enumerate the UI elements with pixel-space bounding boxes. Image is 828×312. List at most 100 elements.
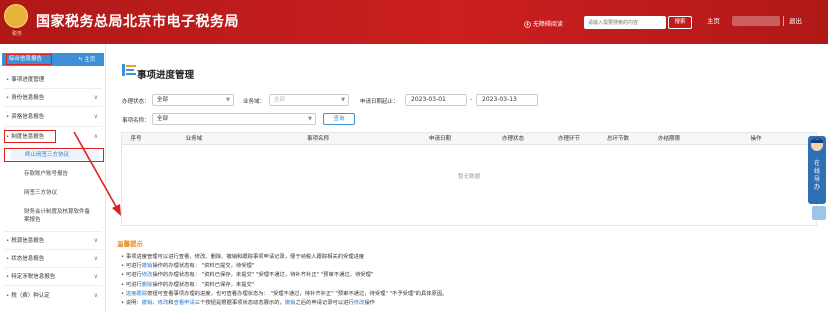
sidebar-home-label: 主页: [84, 57, 96, 63]
sidebar-item-status[interactable]: • 状态信息报告 ∨: [6, 253, 100, 265]
item-name-select-value: 全部: [157, 116, 169, 122]
bullet-icon: •: [6, 114, 10, 120]
date-to-input[interactable]: 2023-03-13: [476, 94, 538, 106]
chevron-down-icon: ∨: [93, 94, 98, 101]
tip-text: 按钮可查看事项办理的进度，也可查看办理状态为： "受理不通过，待补齐补正" "预…: [147, 290, 448, 297]
bullet-icon: •: [6, 293, 10, 299]
bullet-icon: •: [6, 238, 10, 244]
domain-label: 业务域：: [243, 99, 266, 105]
sidebar-subitem-accounting-filing-cont: 案报告: [24, 217, 41, 223]
search-input[interactable]: [584, 16, 666, 29]
bullet-icon: •: [6, 134, 10, 140]
tip-line: • 可进行撤销操作的办理状态有： "资料已提交，待受理": [121, 261, 254, 269]
chevron-down-icon: ▼: [308, 116, 312, 122]
tip-text: 操作的办理状态有： "资料已保存，未提交" "受理不通过，待补齐补正" "预审不…: [152, 272, 374, 279]
user-name-blurred: [732, 16, 780, 26]
sidebar-item-label: 税（费）种认定: [11, 293, 50, 299]
page-title: 事项进度管理: [137, 70, 195, 81]
divider: [4, 126, 102, 127]
tip-keyword: 进度跟踪: [125, 290, 148, 297]
tip-text: 事项进度管理可以进行查看、修改、删除、撤销和跟踪事项申请记录，便于纳税人跟踪相关…: [125, 254, 365, 260]
accessibility-label: 无障碍阅读: [532, 21, 563, 28]
tip-text: 三个按钮是根据事项状态动态展示的，: [194, 300, 285, 306]
tip-line: • 事项进度管理可以进行查看、修改、删除、撤销和跟踪事项申请记录，便于纳税人跟踪…: [121, 252, 364, 260]
tip-text: 之后的申请记录可以进行: [295, 300, 354, 306]
column-header-index: 序号: [130, 136, 142, 142]
date-from-input[interactable]: 2023-03-01: [405, 94, 467, 106]
sidebar-item-progress[interactable]: • 事项进度管理: [6, 74, 100, 86]
tip-line: • 进度跟踪按钮可查看事项办理的进度，也可查看办理状态为： "受理不通过，待补齐…: [121, 289, 447, 297]
column-header-apply-date: 申请日期: [428, 136, 451, 142]
sidebar-section-title[interactable]: 综合信息报告: [6, 54, 52, 65]
column-header-item-name: 事项名称: [306, 136, 329, 142]
tip-text: 说明：: [125, 300, 142, 306]
sidebar-item-label: 特定涉税信息报告: [11, 274, 56, 280]
column-header-deadline: 办结期限: [657, 136, 680, 142]
tip-keyword: 撤销: [141, 263, 153, 270]
column-header-status: 办理状态: [501, 136, 524, 142]
sidebar-item-label: 税源信息报告: [11, 238, 45, 244]
divider: [4, 267, 102, 268]
online-guide-label: 在线导办: [813, 160, 820, 191]
header-divider: [783, 16, 784, 26]
accessibility-link[interactable]: 无障碍阅读: [524, 19, 563, 28]
bullet-icon: •: [6, 95, 10, 101]
tip-keyword: 撤销: [284, 300, 296, 306]
home-link[interactable]: 主页: [707, 15, 720, 25]
item-name-select[interactable]: 全部 ▼: [152, 113, 316, 125]
sidebar-item-label: 身份信息报告: [11, 95, 45, 101]
bullet-icon: •: [6, 77, 10, 83]
date-separator: -: [470, 96, 473, 103]
list-title-icon: [122, 64, 136, 76]
sidebar-item-label: 资格信息报告: [11, 114, 45, 120]
tax-emblem-icon: [4, 4, 28, 28]
divider: [4, 106, 102, 107]
tip-text: 可进行: [125, 263, 142, 270]
tip-keyword: 删除: [141, 281, 153, 288]
sidebar-header: 综合信息报告 ↰ 主页: [2, 53, 104, 66]
sidebar-subitem-sign-agreement[interactable]: 网签三方协议: [24, 189, 57, 197]
tip-keyword: 修改: [353, 300, 365, 306]
sidebar-item-qualification[interactable]: • 资格信息报告 ∨: [6, 111, 100, 123]
back-arrow-icon: ↰: [78, 57, 83, 63]
chevron-down-icon: ∨: [93, 255, 98, 262]
sidebar-item-identity[interactable]: • 身份信息报告 ∨: [6, 92, 100, 104]
status-select-value: 全部: [157, 97, 169, 103]
domain-select-value: 全部: [274, 97, 286, 103]
status-label: 办理状态：: [122, 99, 150, 105]
sidebar-item-label: 事项进度管理: [11, 77, 45, 83]
column-header-domain: 业务域: [185, 136, 203, 142]
tips-title: 温馨提示: [117, 240, 143, 248]
sidebar-subitem-deposit-account[interactable]: 存款账户账号报告: [24, 170, 68, 178]
tip-text: 操作的办理状态有： "资料已保存，未提交": [152, 281, 255, 288]
chevron-down-icon: ∨: [93, 237, 98, 244]
tip-text: 操作: [364, 300, 375, 306]
tip-text: 可进行: [125, 281, 142, 288]
divider: [4, 231, 102, 232]
table-header: 序号 业务域 事项名称 申请日期 办理状态 办理环节 总环节数 办结期限 操作: [122, 133, 816, 145]
bullet-icon: •: [6, 256, 10, 262]
tip-text: 可进行: [125, 272, 142, 279]
sidebar-item-label: 状态信息报告: [11, 256, 45, 262]
search-button[interactable]: 搜索: [668, 16, 692, 29]
assistant-avatar-icon: [811, 138, 823, 151]
tip-text: 操作的办理状态有： "资料已提交，待受理": [152, 263, 255, 270]
assistant-mini-icon[interactable]: [812, 206, 826, 220]
sidebar-item-tax-type[interactable]: • 税（费）种认定 ∨: [6, 290, 100, 302]
chevron-down-icon: ▼: [341, 97, 345, 103]
sidebar-item-tax-source[interactable]: • 税源信息报告 ∨: [6, 235, 100, 247]
item-name-label: 事项名称：: [122, 118, 150, 124]
sidebar-item-specific-tax[interactable]: • 特定涉税信息报告 ∨: [6, 271, 100, 283]
chevron-down-icon: ▼: [226, 97, 230, 103]
query-button[interactable]: 查询: [323, 113, 355, 125]
top-header: 税务 国家税务总局北京市电子税务局 无障碍阅读 搜索 主页 退出: [0, 0, 828, 44]
domain-select[interactable]: 全部 ▼: [269, 94, 349, 106]
empty-state-text: 暂无数据: [457, 174, 480, 180]
sidebar-home-link[interactable]: ↰ 主页: [78, 55, 95, 63]
tip-keyword: 修改: [157, 300, 169, 306]
chevron-down-icon: ∨: [93, 292, 98, 299]
sidebar-item-label: 制度信息报告: [11, 134, 45, 140]
logout-link[interactable]: 退出: [789, 15, 802, 25]
tip-keyword: 查看申请: [173, 300, 195, 306]
status-select[interactable]: 全部 ▼: [152, 94, 234, 106]
